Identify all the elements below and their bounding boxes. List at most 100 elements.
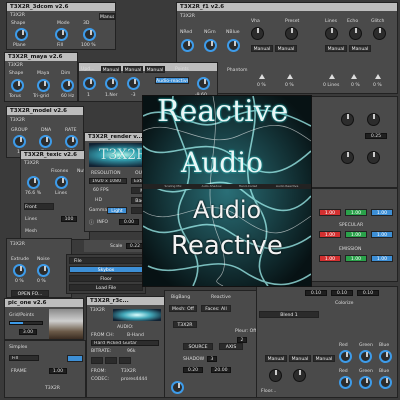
shape-knob[interactable]: [15, 28, 28, 41]
manual-menu-3[interactable]: Manual: [325, 45, 347, 52]
triangle-icon[interactable]: [351, 74, 357, 79]
diffuse-blue[interactable]: 1.00: [371, 209, 393, 216]
info-button[interactable]: INFO: [97, 220, 108, 225]
fisonex-knob[interactable]: [27, 176, 40, 189]
grid-value[interactable]: 3.00: [19, 329, 37, 335]
lines-value[interactable]: 100: [61, 216, 77, 222]
triangle-icon[interactable]: [329, 74, 335, 79]
lines-knob[interactable]: [325, 27, 338, 40]
ngrn-knob[interactable]: [204, 39, 217, 52]
points-knob-1[interactable]: [83, 77, 96, 90]
points-knob-3[interactable]: [127, 77, 140, 90]
resolution-select[interactable]: 1920 x 1080: [89, 178, 127, 184]
bigbang-value-1[interactable]: 0.20: [183, 367, 203, 373]
group-knob[interactable]: [13, 135, 26, 148]
green-knob[interactable]: [359, 350, 372, 363]
colorize-knob-1[interactable]: [269, 369, 282, 382]
shape-knob[interactable]: [11, 79, 24, 92]
triangle-icon[interactable]: [375, 74, 381, 79]
3d-knob[interactable]: [83, 28, 96, 41]
points-knob-4[interactable]: [197, 77, 210, 90]
specular-red[interactable]: 1.00: [319, 231, 341, 238]
noise-knob[interactable]: [37, 264, 50, 277]
nblue-knob[interactable]: [227, 39, 240, 52]
source-button[interactable]: SOURCE: [183, 343, 213, 350]
dim-knob[interactable]: [61, 79, 74, 92]
colorize-num-2[interactable]: 0.10: [331, 290, 353, 296]
manual-menu-2[interactable]: Manual: [275, 45, 297, 52]
manual-menu-4[interactable]: Manual: [349, 45, 371, 52]
manual-menu[interactable]: Manual: [99, 13, 115, 20]
manual-menu-1[interactable]: Manual: [251, 45, 273, 52]
manual-menu-3[interactable]: Manual: [313, 355, 335, 362]
echo-knob[interactable]: [349, 27, 362, 40]
right-mid-knob-4[interactable]: [367, 151, 380, 164]
bigbang-knob[interactable]: [171, 381, 184, 394]
device-title[interactable]: T3X2R_3dcom v2.6: [7, 3, 115, 11]
green-knob-2[interactable]: [359, 376, 372, 389]
glitch-knob[interactable]: [373, 27, 386, 40]
diffuse-red[interactable]: 1.00: [319, 209, 341, 216]
pleur-value[interactable]: 2: [237, 337, 247, 343]
faces-select[interactable]: Faces: All: [201, 305, 231, 312]
right-mid-knob-3[interactable]: [341, 151, 354, 164]
brand-button[interactable]: T3X2R: [173, 321, 197, 328]
right-mid-value[interactable]: 0.25: [365, 133, 387, 139]
manual-menu-3[interactable]: Manual: [145, 66, 165, 73]
open-folder-button[interactable]: OPEN FO...: [11, 290, 49, 297]
right-mid-knob-1[interactable]: [341, 113, 354, 126]
extrude-knob[interactable]: [13, 264, 26, 277]
triangle-icon[interactable]: [259, 74, 265, 79]
dna-knob[interactable]: [39, 135, 52, 148]
render-value[interactable]: 0.00: [119, 219, 139, 225]
preset-knob[interactable]: [285, 27, 298, 40]
r3c-icon-button-1[interactable]: [91, 357, 103, 364]
audio-reactive-toggle[interactable]: Audio-reactive: [155, 77, 189, 84]
r3c-icon-button-3[interactable]: [119, 357, 131, 364]
device-title[interactable]: pic_one v2.6: [5, 299, 83, 307]
source-select[interactable]: Hard Picked Guitar: [91, 340, 159, 346]
fill-select[interactable]: Fill: [9, 355, 39, 361]
specular-blue[interactable]: 1.00: [371, 231, 393, 238]
colorize-num-3[interactable]: 0.10: [357, 290, 379, 296]
mesh-select[interactable]: Mesh: Off: [169, 305, 197, 312]
frame-value[interactable]: 1.00: [49, 368, 67, 374]
vha-knob[interactable]: [251, 27, 264, 40]
right-mid-knob-2[interactable]: [367, 113, 380, 126]
device-title[interactable]: T3X2R_texic v2.6: [21, 151, 89, 159]
front-button[interactable]: Front: [24, 203, 54, 210]
specular-green[interactable]: 1.00: [345, 231, 367, 238]
manual-menu-2[interactable]: Manual: [123, 66, 143, 73]
shadow-value[interactable]: 3: [207, 356, 217, 362]
info-icon[interactable]: ⓘ: [89, 219, 95, 226]
diffuse-green[interactable]: 1.00: [345, 209, 367, 216]
blue-knob-2[interactable]: [379, 376, 392, 389]
nred-knob[interactable]: [181, 39, 194, 52]
nut-knob[interactable]: [55, 176, 68, 189]
file-menu-item-load[interactable]: Load File: [69, 284, 143, 291]
maya-knob[interactable]: [37, 79, 50, 92]
manual-menu-1[interactable]: Manual: [101, 66, 121, 73]
red-knob[interactable]: [339, 350, 352, 363]
manual-menu-1[interactable]: Manual: [265, 355, 287, 362]
device-title[interactable]: T3X2R_f1 v2.6: [177, 3, 397, 11]
emission-green[interactable]: 1.00: [345, 255, 367, 262]
emission-blue[interactable]: 1.00: [371, 255, 393, 262]
file-menu-item-skybox[interactable]: Skybox: [69, 266, 143, 273]
axis-button[interactable]: AXIS: [219, 343, 243, 350]
r3c-icon-button-2[interactable]: [105, 357, 117, 364]
colorize-knob-2[interactable]: [293, 369, 306, 382]
triangle-icon[interactable]: [287, 74, 293, 79]
file-menu-item-file[interactable]: File: [69, 257, 143, 264]
colorize-num-1[interactable]: 0.10: [305, 290, 327, 296]
fill-toggle[interactable]: [67, 355, 83, 362]
blend-select[interactable]: Blend 1: [259, 311, 319, 318]
grid-slider[interactable]: [9, 321, 43, 325]
manual-menu-2[interactable]: Manual: [289, 355, 311, 362]
points-knob-2[interactable]: [105, 77, 118, 90]
file-menu-item-floor[interactable]: Floor: [69, 275, 143, 282]
emission-red[interactable]: 1.00: [319, 255, 341, 262]
blue-knob[interactable]: [379, 350, 392, 363]
gamma-value-button[interactable]: Light: [107, 207, 127, 214]
mode-knob[interactable]: [55, 28, 68, 41]
